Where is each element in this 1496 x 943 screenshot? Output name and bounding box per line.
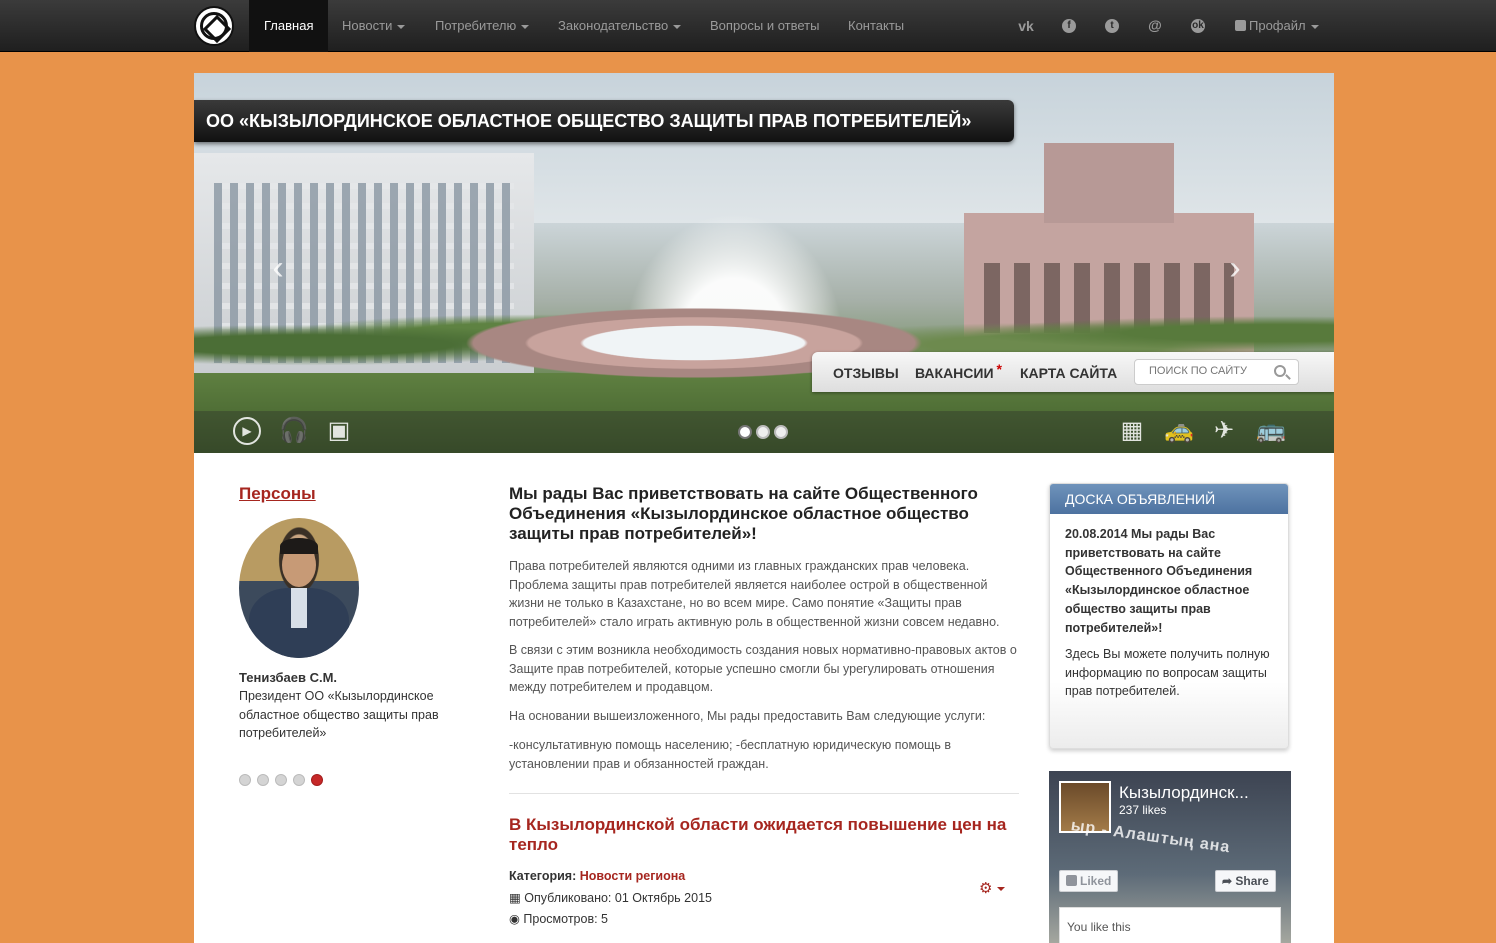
- intro-paragraph-2: В связи с этим возникла необходимость со…: [509, 643, 1017, 695]
- news-category: Категория: Новости региона: [509, 869, 685, 883]
- chevron-left-icon[interactable]: ‹: [269, 251, 287, 285]
- welcome-heading: Мы рады Вас приветствовать на сайте Обще…: [509, 484, 978, 543]
- top-navbar: Главная Новости Потребителю Законодатель…: [0, 0, 1496, 52]
- liked-label: Liked: [1080, 874, 1112, 888]
- board-text: Здесь Вы можете получить полную информац…: [1065, 647, 1270, 699]
- published-date: Опубликовано: 01 Октябрь 2015: [524, 891, 712, 905]
- person-dot-2[interactable]: [257, 774, 269, 786]
- nav-legislation-label: Законодательство: [558, 18, 669, 33]
- views-count: Просмотров: 5: [523, 912, 608, 926]
- board-header: ДОСКА ОБЪЯВЛЕНИЙ: [1050, 484, 1288, 514]
- chevron-down-icon: [997, 887, 1006, 892]
- play-icon[interactable]: ▶: [233, 417, 261, 445]
- search-input[interactable]: [1149, 365, 1269, 377]
- news-views: ◉ Просмотров: 5: [509, 911, 608, 926]
- chevron-down-icon: [397, 24, 406, 29]
- odnoklassniki-icon[interactable]: ok: [1191, 19, 1205, 33]
- vk-icon[interactable]: vk: [1017, 17, 1035, 35]
- article-tools[interactable]: ⚙: [979, 879, 1006, 897]
- taxi-icon[interactable]: 🚕: [1164, 417, 1194, 445]
- share-label: Share: [1235, 874, 1269, 888]
- map-icon[interactable]: ▦: [1118, 417, 1146, 445]
- site-search[interactable]: [1134, 359, 1299, 385]
- facebook-share-button[interactable]: ➦ Share: [1215, 870, 1276, 892]
- image-icon[interactable]: ▣: [325, 417, 353, 445]
- announcement-board: ДОСКА ОБЪЯВЛЕНИЙ 20.08.2014 Мы рады Вас …: [1049, 483, 1289, 749]
- nav-contacts[interactable]: Контакты: [833, 0, 919, 52]
- person-dot-4[interactable]: [293, 774, 305, 786]
- user-icon: [1235, 20, 1246, 31]
- main-container: ОО «КЫЗЫЛОРДИНСКОЕ ОБЛАСТНОЕ ОБЩЕСТВО ЗА…: [194, 73, 1334, 943]
- link-vacancies[interactable]: ВАКАНСИИ *: [915, 352, 1002, 392]
- facebook-widget: Кызылординск... 237 likes ыр - Алаштың а…: [1049, 771, 1291, 943]
- section-divider: [509, 793, 1019, 794]
- link-reviews[interactable]: ОТЗЫВЫ: [833, 352, 899, 392]
- profile-label: Профайл: [1249, 18, 1306, 33]
- gear-icon: ⚙: [979, 880, 993, 897]
- nav-news[interactable]: Новости: [327, 0, 420, 52]
- nav-faq[interactable]: Вопросы и ответы: [695, 0, 834, 52]
- you-like-text: You like this: [1067, 920, 1131, 934]
- person-description: Президент ОО «Кызылординское областное о…: [239, 689, 439, 740]
- facebook-icon: [1066, 875, 1077, 886]
- facebook-likes: 237 likes: [1119, 803, 1167, 817]
- mail-icon[interactable]: @: [1146, 16, 1164, 34]
- quicklinks-bar: ОТЗЫВЫ ВАКАНСИИ * КАРТА САЙТА: [812, 352, 1334, 392]
- chevron-down-icon: [521, 24, 530, 29]
- link-vacancies-label: ВАКАНСИИ: [915, 365, 994, 381]
- nav-consumer-label: Потребителю: [435, 18, 517, 33]
- person-dot-5[interactable]: [311, 774, 323, 786]
- slide-dot-3[interactable]: [774, 425, 788, 439]
- category-link[interactable]: Новости региона: [580, 869, 686, 883]
- nav-home-label: Главная: [264, 18, 314, 33]
- facebook-page-name[interactable]: Кызылординск...: [1119, 783, 1249, 803]
- headphones-icon[interactable]: 🎧: [279, 417, 309, 445]
- slide-dot-2[interactable]: [756, 425, 770, 439]
- plane-icon[interactable]: ✈: [1210, 417, 1238, 445]
- calendar-icon: ▦: [509, 891, 521, 905]
- nav-contacts-label: Контакты: [848, 18, 905, 33]
- facebook-friends: You like this: [1059, 907, 1281, 943]
- search-icon[interactable]: [1274, 365, 1286, 377]
- chevron-down-icon: [1310, 24, 1319, 29]
- logo-emblem-icon: [200, 12, 228, 40]
- site-logo[interactable]: [194, 6, 234, 46]
- eye-icon: ◉: [509, 912, 520, 926]
- chevron-right-icon[interactable]: ›: [1226, 251, 1244, 285]
- star-icon: *: [996, 361, 1002, 377]
- nav-legislation[interactable]: Законодательство: [543, 0, 696, 52]
- avatar: [239, 518, 359, 658]
- facebook-liked-button[interactable]: Liked: [1059, 870, 1119, 892]
- chevron-down-icon: [673, 24, 682, 29]
- intro-paragraph-1: Права потребителей являются одними из гл…: [509, 559, 1000, 630]
- nav-consumer[interactable]: Потребителю: [420, 0, 544, 52]
- persons-title[interactable]: Персоны: [239, 484, 316, 504]
- nav-home[interactable]: Главная: [249, 0, 329, 52]
- slide-dot-1[interactable]: [738, 425, 752, 439]
- twitter-icon[interactable]: t: [1105, 19, 1119, 33]
- facebook-icon[interactable]: f: [1062, 19, 1076, 33]
- category-label: Категория:: [509, 869, 577, 883]
- link-sitemap[interactable]: КАРТА САЙТА: [1020, 352, 1117, 392]
- board-title: 20.08.2014 Мы рады Вас приветствовать на…: [1065, 527, 1253, 635]
- slide-title: ОО «КЫЗЫЛОРДИНСКОЕ ОБЛАСТНОЕ ОБЩЕСТВО ЗА…: [194, 100, 1014, 142]
- slider-controls: ▶ 🎧 ▣ ▦ 🚕 ✈ 🚌: [194, 411, 1334, 453]
- news-published: ▦ Опубликовано: 01 Октябрь 2015: [509, 890, 712, 905]
- person-name: Тенизбаев С.М.: [239, 670, 338, 685]
- intro-paragraph-4: -консультативную помощь населению; -бесп…: [509, 738, 951, 771]
- bus-icon[interactable]: 🚌: [1256, 417, 1286, 445]
- link-reviews-label: ОТЗЫВЫ: [833, 365, 899, 381]
- news-title[interactable]: В Кызылординской области ожидается повыш…: [509, 815, 1019, 855]
- person-dot-3[interactable]: [275, 774, 287, 786]
- nav-news-label: Новости: [342, 18, 393, 33]
- nav-faq-label: Вопросы и ответы: [710, 18, 820, 33]
- intro-paragraph-3: На основании вышеизложенного, Мы рады пр…: [509, 709, 986, 723]
- share-icon: ➦: [1222, 874, 1233, 888]
- person-dot-1[interactable]: [239, 774, 251, 786]
- profile-menu[interactable]: Профайл: [1220, 0, 1334, 52]
- link-sitemap-label: КАРТА САЙТА: [1020, 365, 1118, 381]
- hero-slider: ОО «КЫЗЫЛОРДИНСКОЕ ОБЛАСТНОЕ ОБЩЕСТВО ЗА…: [194, 73, 1334, 453]
